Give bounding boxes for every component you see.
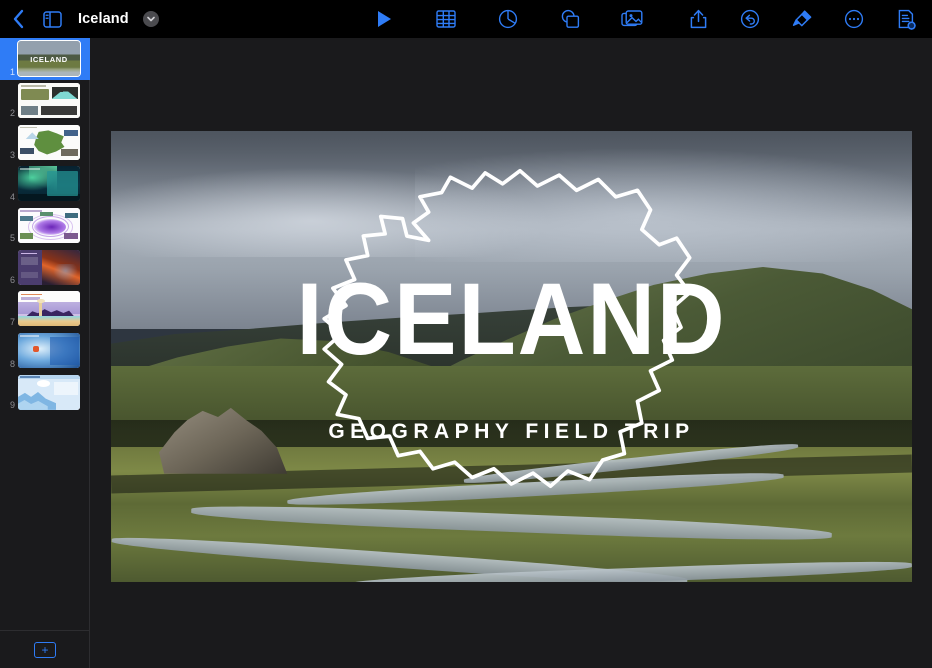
slide-number: 9: [9, 400, 15, 411]
document-notes-icon[interactable]: [894, 7, 918, 31]
slide-thumbnail-5[interactable]: 5: [0, 205, 90, 247]
slide-navigator-sidebar: 1 ICELAND 2 3 4 5 6 7 8 9 +: [0, 38, 90, 668]
more-icon[interactable]: [842, 7, 866, 31]
undo-icon[interactable]: [738, 7, 762, 31]
slide-thumbnail-list[interactable]: 1 ICELAND 2 3 4 5 6 7 8 9: [0, 38, 90, 630]
table-icon[interactable]: [434, 7, 458, 31]
slide-thumbnail-image: [18, 166, 80, 202]
slide-thumbnail-9[interactable]: 9: [0, 372, 90, 414]
shape-icon[interactable]: [558, 7, 582, 31]
slide-thumbnail-1[interactable]: 1 ICELAND: [0, 38, 90, 80]
current-slide[interactable]: ICELAND GEOGRAPHY FIELD TRIP: [111, 131, 912, 582]
slide-thumbnail-image: [18, 374, 80, 410]
keynote-window: Iceland 1 ICELAND 2 3 4 5 6 7 8 9 + ICEL…: [0, 0, 932, 668]
slide-thumbnail-image: [18, 124, 80, 160]
format-brush-icon[interactable]: [790, 7, 814, 31]
slide-number: 8: [9, 358, 15, 369]
chart-icon[interactable]: [496, 7, 520, 31]
slide-number: 6: [9, 275, 15, 286]
add-slide-bar: +: [0, 630, 90, 668]
slide-thumbnail-2[interactable]: 2: [0, 80, 90, 122]
slide-number: 5: [9, 233, 15, 244]
slide-thumbnail-image: [18, 83, 80, 119]
slide-thumbnail-3[interactable]: 3: [0, 121, 90, 163]
slide-number: 2: [9, 108, 15, 119]
chevron-down-icon[interactable]: [142, 11, 159, 27]
toolbar-right-group: [686, 7, 932, 31]
slide-canvas[interactable]: ICELAND GEOGRAPHY FIELD TRIP: [90, 38, 932, 668]
media-icon[interactable]: [620, 7, 644, 31]
slide-thumbnail-image: [18, 208, 80, 244]
slide-number: 1: [9, 66, 15, 77]
slide-number: 3: [9, 150, 15, 161]
slide-subtitle[interactable]: GEOGRAPHY FIELD TRIP: [111, 420, 912, 444]
slide-thumbnail-7[interactable]: 7: [0, 288, 90, 330]
slide-thumbnail-6[interactable]: 6: [0, 246, 90, 288]
slide-thumbnail-image: [18, 291, 80, 327]
toolbar: Iceland: [0, 0, 932, 38]
toolbar-center-group: [330, 7, 686, 31]
add-slide-button[interactable]: +: [34, 641, 56, 658]
slide-thumbnail-image: ICELAND: [17, 40, 81, 78]
toolbar-left-group: Iceland: [0, 7, 330, 31]
play-icon[interactable]: [372, 7, 396, 31]
slide-title[interactable]: ICELAND: [143, 268, 880, 370]
slide-thumbnail-image: [18, 249, 80, 285]
page-title: Iceland: [78, 11, 129, 27]
slide-number: 4: [9, 191, 15, 202]
share-icon[interactable]: [686, 7, 710, 31]
slide-thumbnail-8[interactable]: 8: [0, 330, 90, 372]
sidebar-toggle-icon[interactable]: [40, 7, 64, 31]
slide-number: 7: [9, 316, 15, 327]
slide-thumbnail-4[interactable]: 4: [0, 163, 90, 205]
back-chevron-icon[interactable]: [10, 7, 26, 31]
slide-thumbnail-image: [18, 333, 80, 369]
